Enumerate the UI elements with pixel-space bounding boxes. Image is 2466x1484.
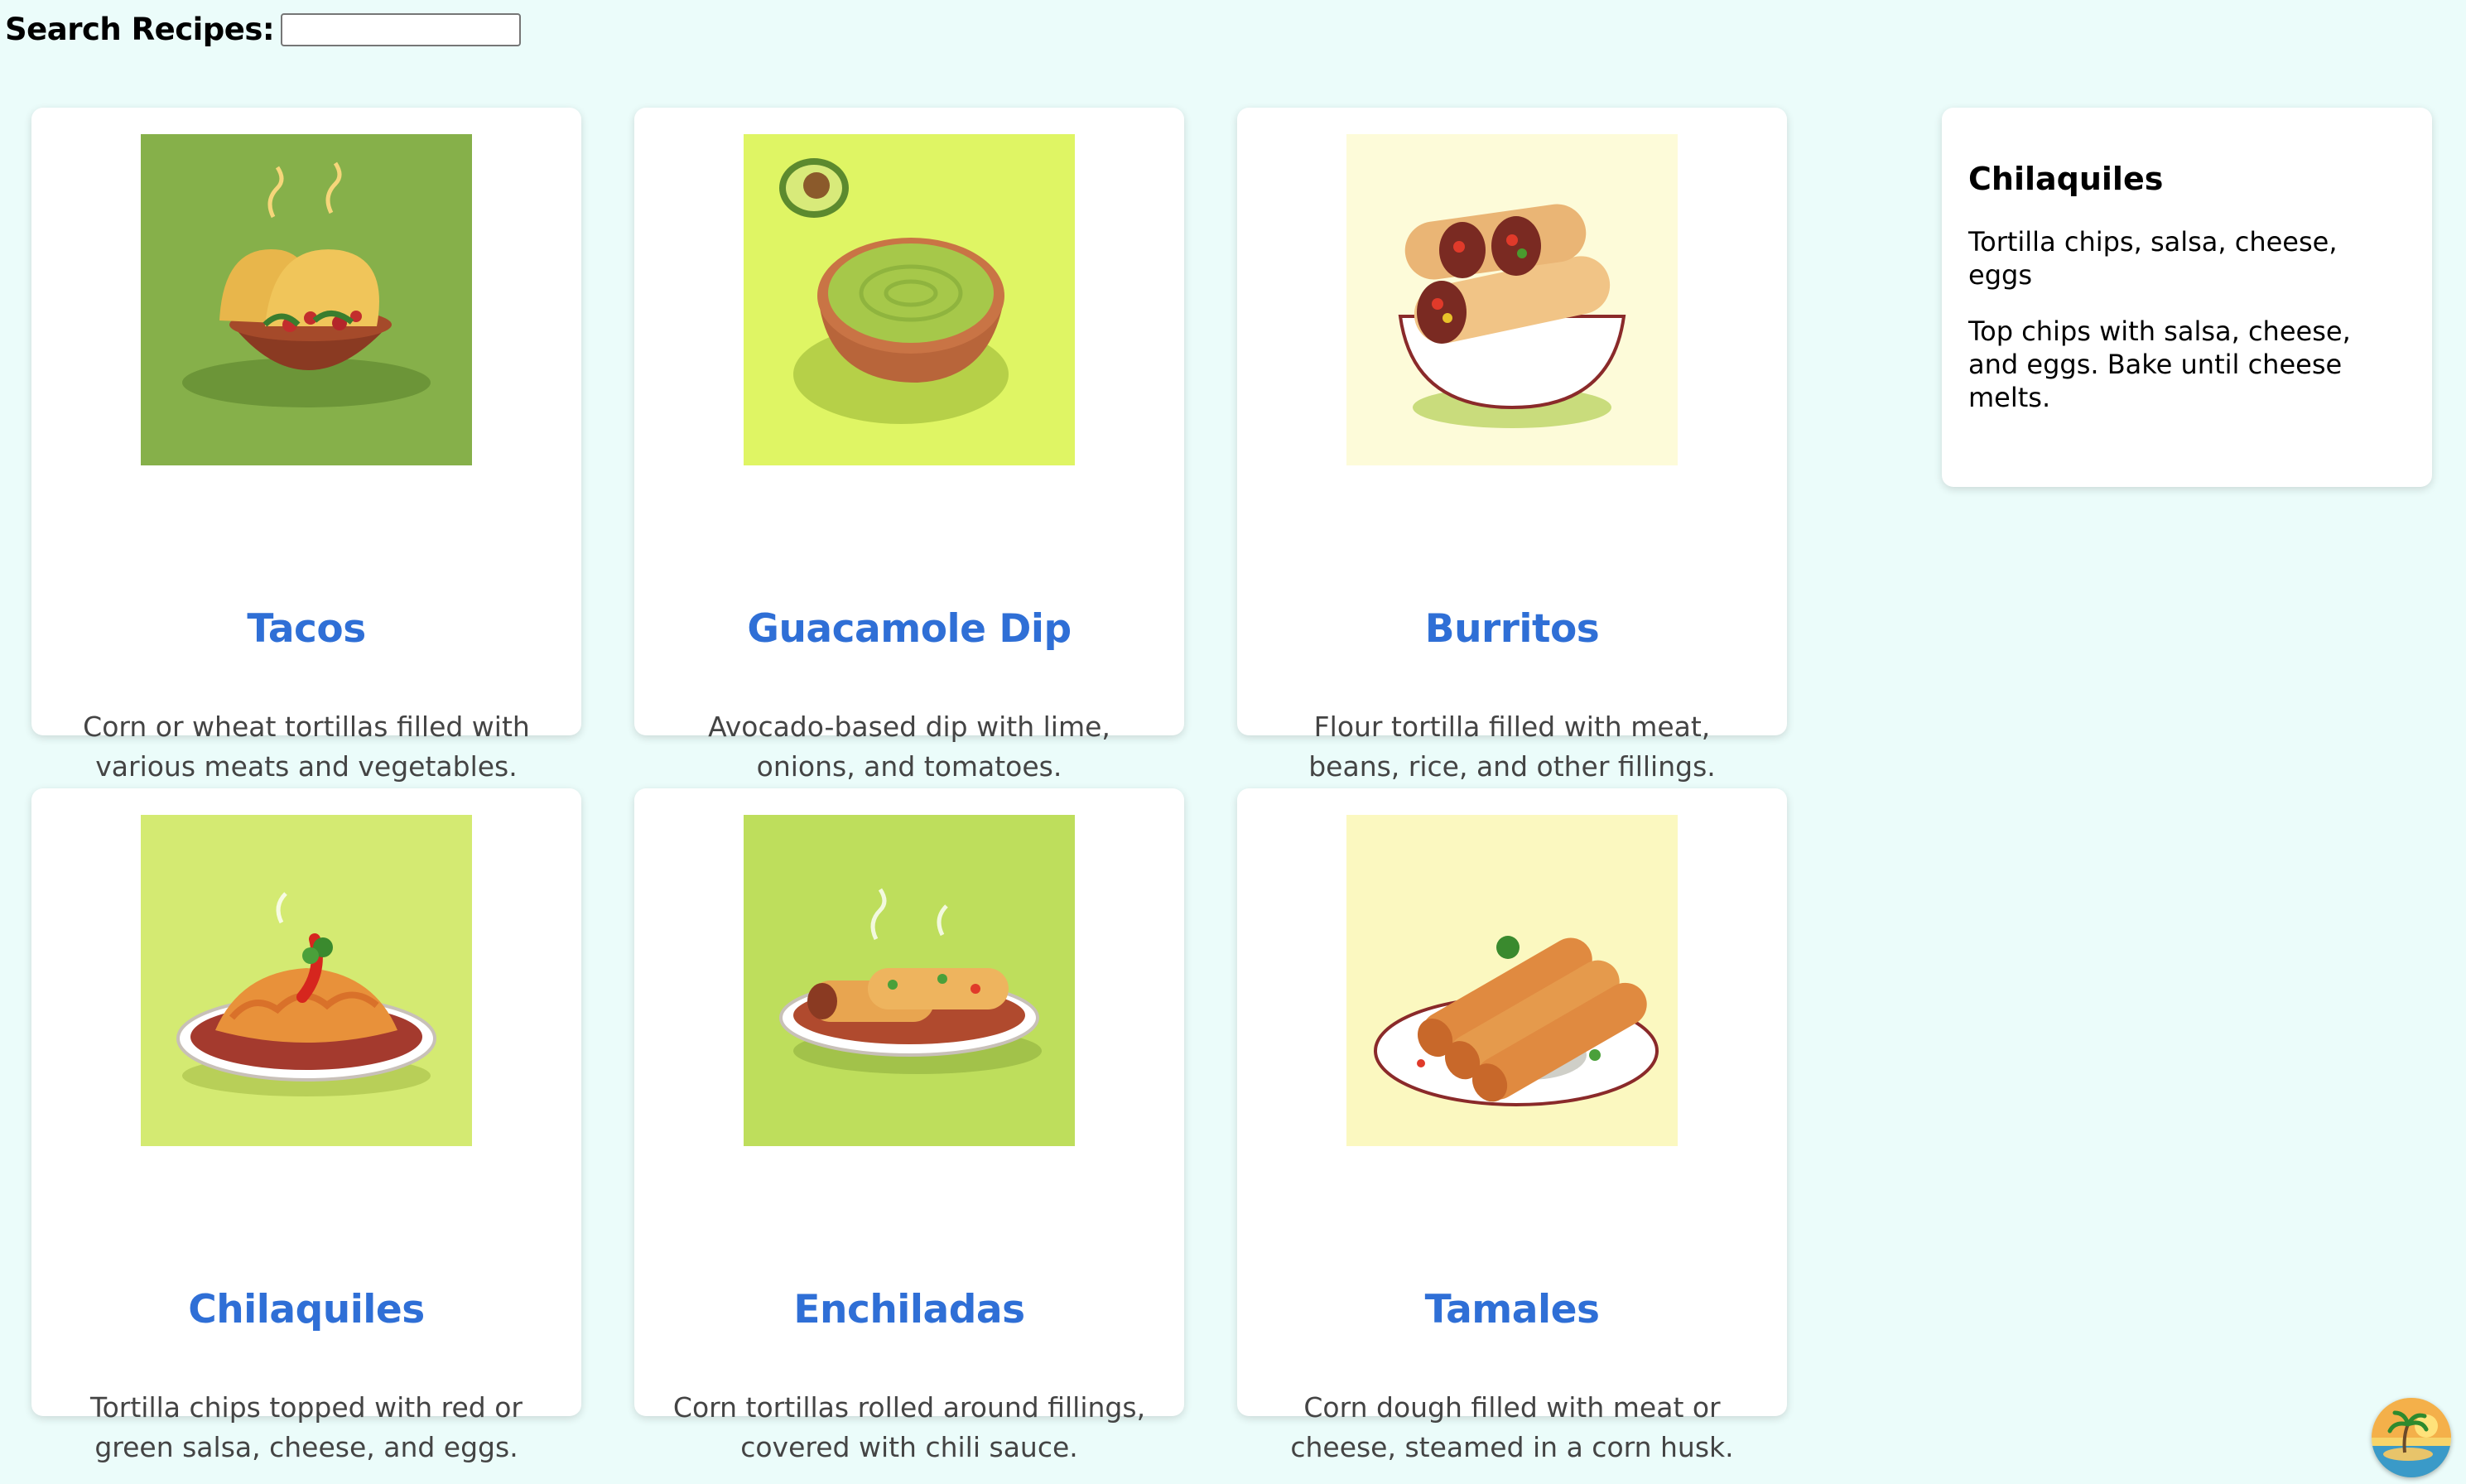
- recipe-card-tamales[interactable]: Tamales Corn dough filled with meat or c…: [1237, 788, 1787, 1463]
- chilaquiles-illustration-icon: [141, 815, 472, 1146]
- detail-instructions: Top chips with salsa, cheese, and eggs. …: [1968, 316, 2351, 413]
- recipe-title[interactable]: Tacos: [31, 606, 581, 652]
- recipe-card-burritos[interactable]: Burritos Flour tortilla filled with meat…: [1237, 108, 1787, 783]
- search-input[interactable]: [281, 12, 522, 46]
- guacamole-illustration-icon: [744, 134, 1075, 465]
- enchiladas-illustration-icon: [744, 815, 1075, 1146]
- recipe-description: Corn tortillas rolled around fillings, c…: [672, 1391, 1146, 1463]
- recipe-card-enchiladas[interactable]: Enchiladas Corn tortillas rolled around …: [634, 788, 1184, 1463]
- search-bar: Search Recipes:: [5, 12, 522, 47]
- burrito-illustration-icon: [1346, 134, 1678, 465]
- tacos-image: [141, 134, 472, 465]
- recipe-card-guacamole-dip[interactable]: Guacamole Dip Avocado-based dip with lim…: [634, 108, 1184, 783]
- recipe-description: Corn or wheat tortillas filled with vari…: [83, 711, 530, 783]
- tamales-illustration-icon: [1346, 815, 1678, 1146]
- recipe-card-chilaquiles[interactable]: Chilaquiles Tortilla chips topped with r…: [31, 788, 581, 1463]
- detail-ingredients: Tortilla chips, salsa, cheese, eggs: [1968, 226, 2338, 291]
- recipe-title[interactable]: Burritos: [1237, 606, 1787, 652]
- recipe-description: Corn dough filled with meat or cheese, s…: [1290, 1391, 1734, 1463]
- chilaquiles-image: [141, 815, 472, 1146]
- beach-palm-logo-icon[interactable]: [2372, 1398, 2451, 1477]
- tamales-image: [1346, 815, 1678, 1146]
- recipe-title[interactable]: Tamales: [1237, 1287, 1787, 1332]
- recipe-page: Search Recipes: Tacos Corn or wheat tort…: [0, 0, 2466, 1484]
- tacos-illustration-icon: [141, 134, 472, 465]
- search-label: Search Recipes:: [5, 12, 275, 47]
- detail-title: Chilaquiles: [1968, 161, 2164, 197]
- recipe-title[interactable]: Guacamole Dip: [634, 606, 1184, 652]
- recipe-description: Avocado-based dip with lime, onions, and…: [708, 711, 1110, 783]
- recipe-title[interactable]: Chilaquiles: [31, 1287, 581, 1332]
- recipe-description: Tortilla chips topped with red or green …: [90, 1391, 523, 1463]
- recipe-description: Flour tortilla filled with meat, beans, …: [1308, 711, 1716, 783]
- burritos-image: [1346, 134, 1678, 465]
- enchiladas-image: [744, 815, 1075, 1146]
- guacamole-image: [744, 134, 1075, 465]
- recipe-title[interactable]: Enchiladas: [634, 1287, 1184, 1332]
- recipe-detail-panel: Chilaquiles Tortilla chips, salsa, chees…: [1942, 108, 2432, 487]
- recipe-card-tacos[interactable]: Tacos Corn or wheat tortillas filled wit…: [31, 108, 581, 783]
